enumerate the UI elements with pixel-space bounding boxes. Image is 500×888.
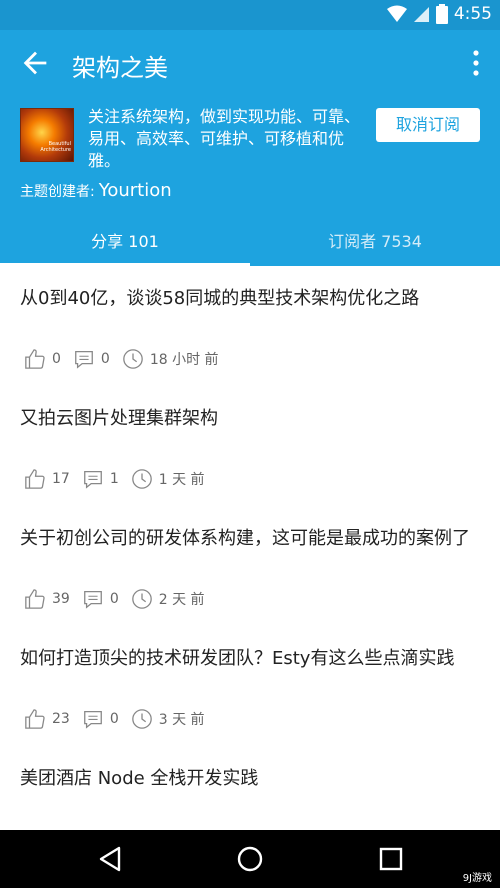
nav-back-button[interactable] bbox=[95, 844, 125, 874]
post-time: 3 天 前 bbox=[131, 708, 205, 730]
signal-icon bbox=[413, 7, 429, 22]
more-options-button[interactable] bbox=[464, 48, 488, 78]
comment-button[interactable]: 1 bbox=[82, 468, 119, 490]
comment-count: 0 bbox=[100, 351, 110, 367]
post-meta: 23 0 3 天 前 bbox=[24, 708, 217, 730]
post-title[interactable]: 如何打造顶尖的技术研发团队？Esty有这么些点滴实践 bbox=[20, 646, 480, 672]
comment-button[interactable]: 0 bbox=[82, 588, 119, 610]
battery-icon bbox=[435, 4, 448, 24]
topic-description: 关注系统架构，做到实现功能、可靠、易用、高效率、可维护、可移植和优雅。 bbox=[88, 107, 361, 170]
topic-cover-image: Beautiful Architecture bbox=[20, 108, 74, 162]
list-item[interactable]: 如何打造顶尖的技术研发团队？Esty有这么些点滴实践 23 0 3 天 前 bbox=[0, 626, 500, 747]
status-time: 4:55 bbox=[453, 4, 492, 24]
clock-icon bbox=[131, 589, 152, 609]
nav-recents-button[interactable] bbox=[376, 844, 406, 874]
comment-icon bbox=[83, 711, 102, 729]
like-button[interactable]: 23 bbox=[24, 708, 70, 730]
post-title[interactable]: 美团酒店 Node 全栈开发实践 bbox=[20, 766, 480, 792]
comment-icon bbox=[83, 471, 102, 489]
post-time: 2 天 前 bbox=[131, 588, 205, 610]
post-list: 从0到40亿，谈谈58同城的典型技术架构优化之路 0 0 18 小时 前 又拍云… bbox=[0, 266, 500, 830]
cover-text: Beautiful Architecture bbox=[40, 141, 71, 153]
comment-icon bbox=[83, 591, 102, 609]
post-title[interactable]: 又拍云图片处理集群架构 bbox=[20, 406, 480, 432]
post-title[interactable]: 关于初创公司的研发体系构建，这可能是最成功的案例了 bbox=[20, 526, 480, 552]
status-icons: 4:55 bbox=[386, 4, 492, 24]
clock-icon bbox=[131, 469, 152, 489]
wifi-icon bbox=[386, 5, 407, 22]
triangle-back-icon bbox=[99, 846, 121, 872]
list-item[interactable]: 从0到40亿，谈谈58同城的典型技术架构优化之路 0 0 18 小时 前 bbox=[0, 266, 500, 387]
like-count: 17 bbox=[52, 471, 70, 487]
app-bar: 架构之美 bbox=[0, 30, 500, 96]
comment-icon bbox=[75, 351, 93, 369]
like-count: 23 bbox=[52, 711, 70, 727]
post-meta: 39 0 2 天 前 bbox=[24, 588, 217, 610]
tab-subscribers[interactable]: 订阅者 7534 bbox=[250, 218, 500, 266]
list-item[interactable]: 美团酒店 Node 全栈开发实践 bbox=[0, 746, 500, 830]
post-meta: 17 1 1 天 前 bbox=[24, 468, 217, 490]
comment-count: 0 bbox=[109, 591, 119, 607]
like-count: 0 bbox=[52, 351, 61, 367]
like-count: 39 bbox=[52, 591, 70, 607]
tab-shares[interactable]: 分享 101 bbox=[0, 218, 250, 266]
post-time-text: 1 天 前 bbox=[158, 472, 205, 488]
post-title[interactable]: 从0到40亿，谈谈58同城的典型技术架构优化之路 bbox=[20, 286, 480, 312]
status-bar: 4:55 bbox=[0, 0, 500, 30]
square-recents-icon bbox=[379, 847, 403, 871]
thumbs-up-icon bbox=[25, 589, 45, 609]
more-vert-icon bbox=[473, 50, 479, 76]
post-time: 18 小时 前 bbox=[122, 348, 219, 370]
watermark-logo: 9J游戏 bbox=[462, 873, 492, 884]
page-title: 架构之美 bbox=[72, 54, 168, 82]
thumbs-up-icon bbox=[25, 469, 45, 489]
comment-count: 1 bbox=[109, 471, 119, 487]
post-meta: 0 0 18 小时 前 bbox=[24, 348, 231, 370]
creator-name[interactable]: Yourtion bbox=[99, 180, 172, 201]
list-item[interactable]: 又拍云图片处理集群架构 17 1 1 天 前 bbox=[0, 386, 500, 507]
topic-creator: 主题创建者: Yourtion bbox=[20, 180, 172, 201]
circle-home-icon bbox=[237, 846, 263, 872]
clock-icon bbox=[131, 709, 152, 729]
comment-count: 0 bbox=[109, 711, 119, 727]
back-button[interactable] bbox=[18, 46, 52, 80]
unsubscribe-button[interactable]: 取消订阅 bbox=[376, 108, 480, 142]
arrow-left-icon bbox=[23, 51, 47, 75]
like-button[interactable]: 17 bbox=[24, 468, 70, 490]
thumbs-up-icon bbox=[25, 709, 45, 729]
tab-bar: 分享 101 订阅者 7534 bbox=[0, 218, 500, 266]
post-time-text: 3 天 前 bbox=[158, 712, 205, 728]
post-time: 1 天 前 bbox=[131, 468, 205, 490]
like-button[interactable]: 39 bbox=[24, 588, 70, 610]
thumbs-up-icon bbox=[25, 349, 45, 369]
topic-header: Beautiful Architecture 关注系统架构，做到实现功能、可靠、… bbox=[0, 96, 500, 218]
creator-label: 主题创建者: bbox=[20, 184, 95, 200]
nav-home-button[interactable] bbox=[235, 844, 265, 874]
clock-icon bbox=[123, 349, 143, 369]
post-time-text: 18 小时 前 bbox=[149, 352, 219, 368]
navigation-bar: 9J游戏 bbox=[0, 830, 500, 888]
comment-button[interactable]: 0 bbox=[82, 708, 119, 730]
like-button[interactable]: 0 bbox=[24, 348, 61, 370]
list-item[interactable]: 关于初创公司的研发体系构建，这可能是最成功的案例了 39 0 2 天 前 bbox=[0, 506, 500, 627]
post-time-text: 2 天 前 bbox=[158, 592, 205, 608]
comment-button[interactable]: 0 bbox=[73, 348, 110, 370]
